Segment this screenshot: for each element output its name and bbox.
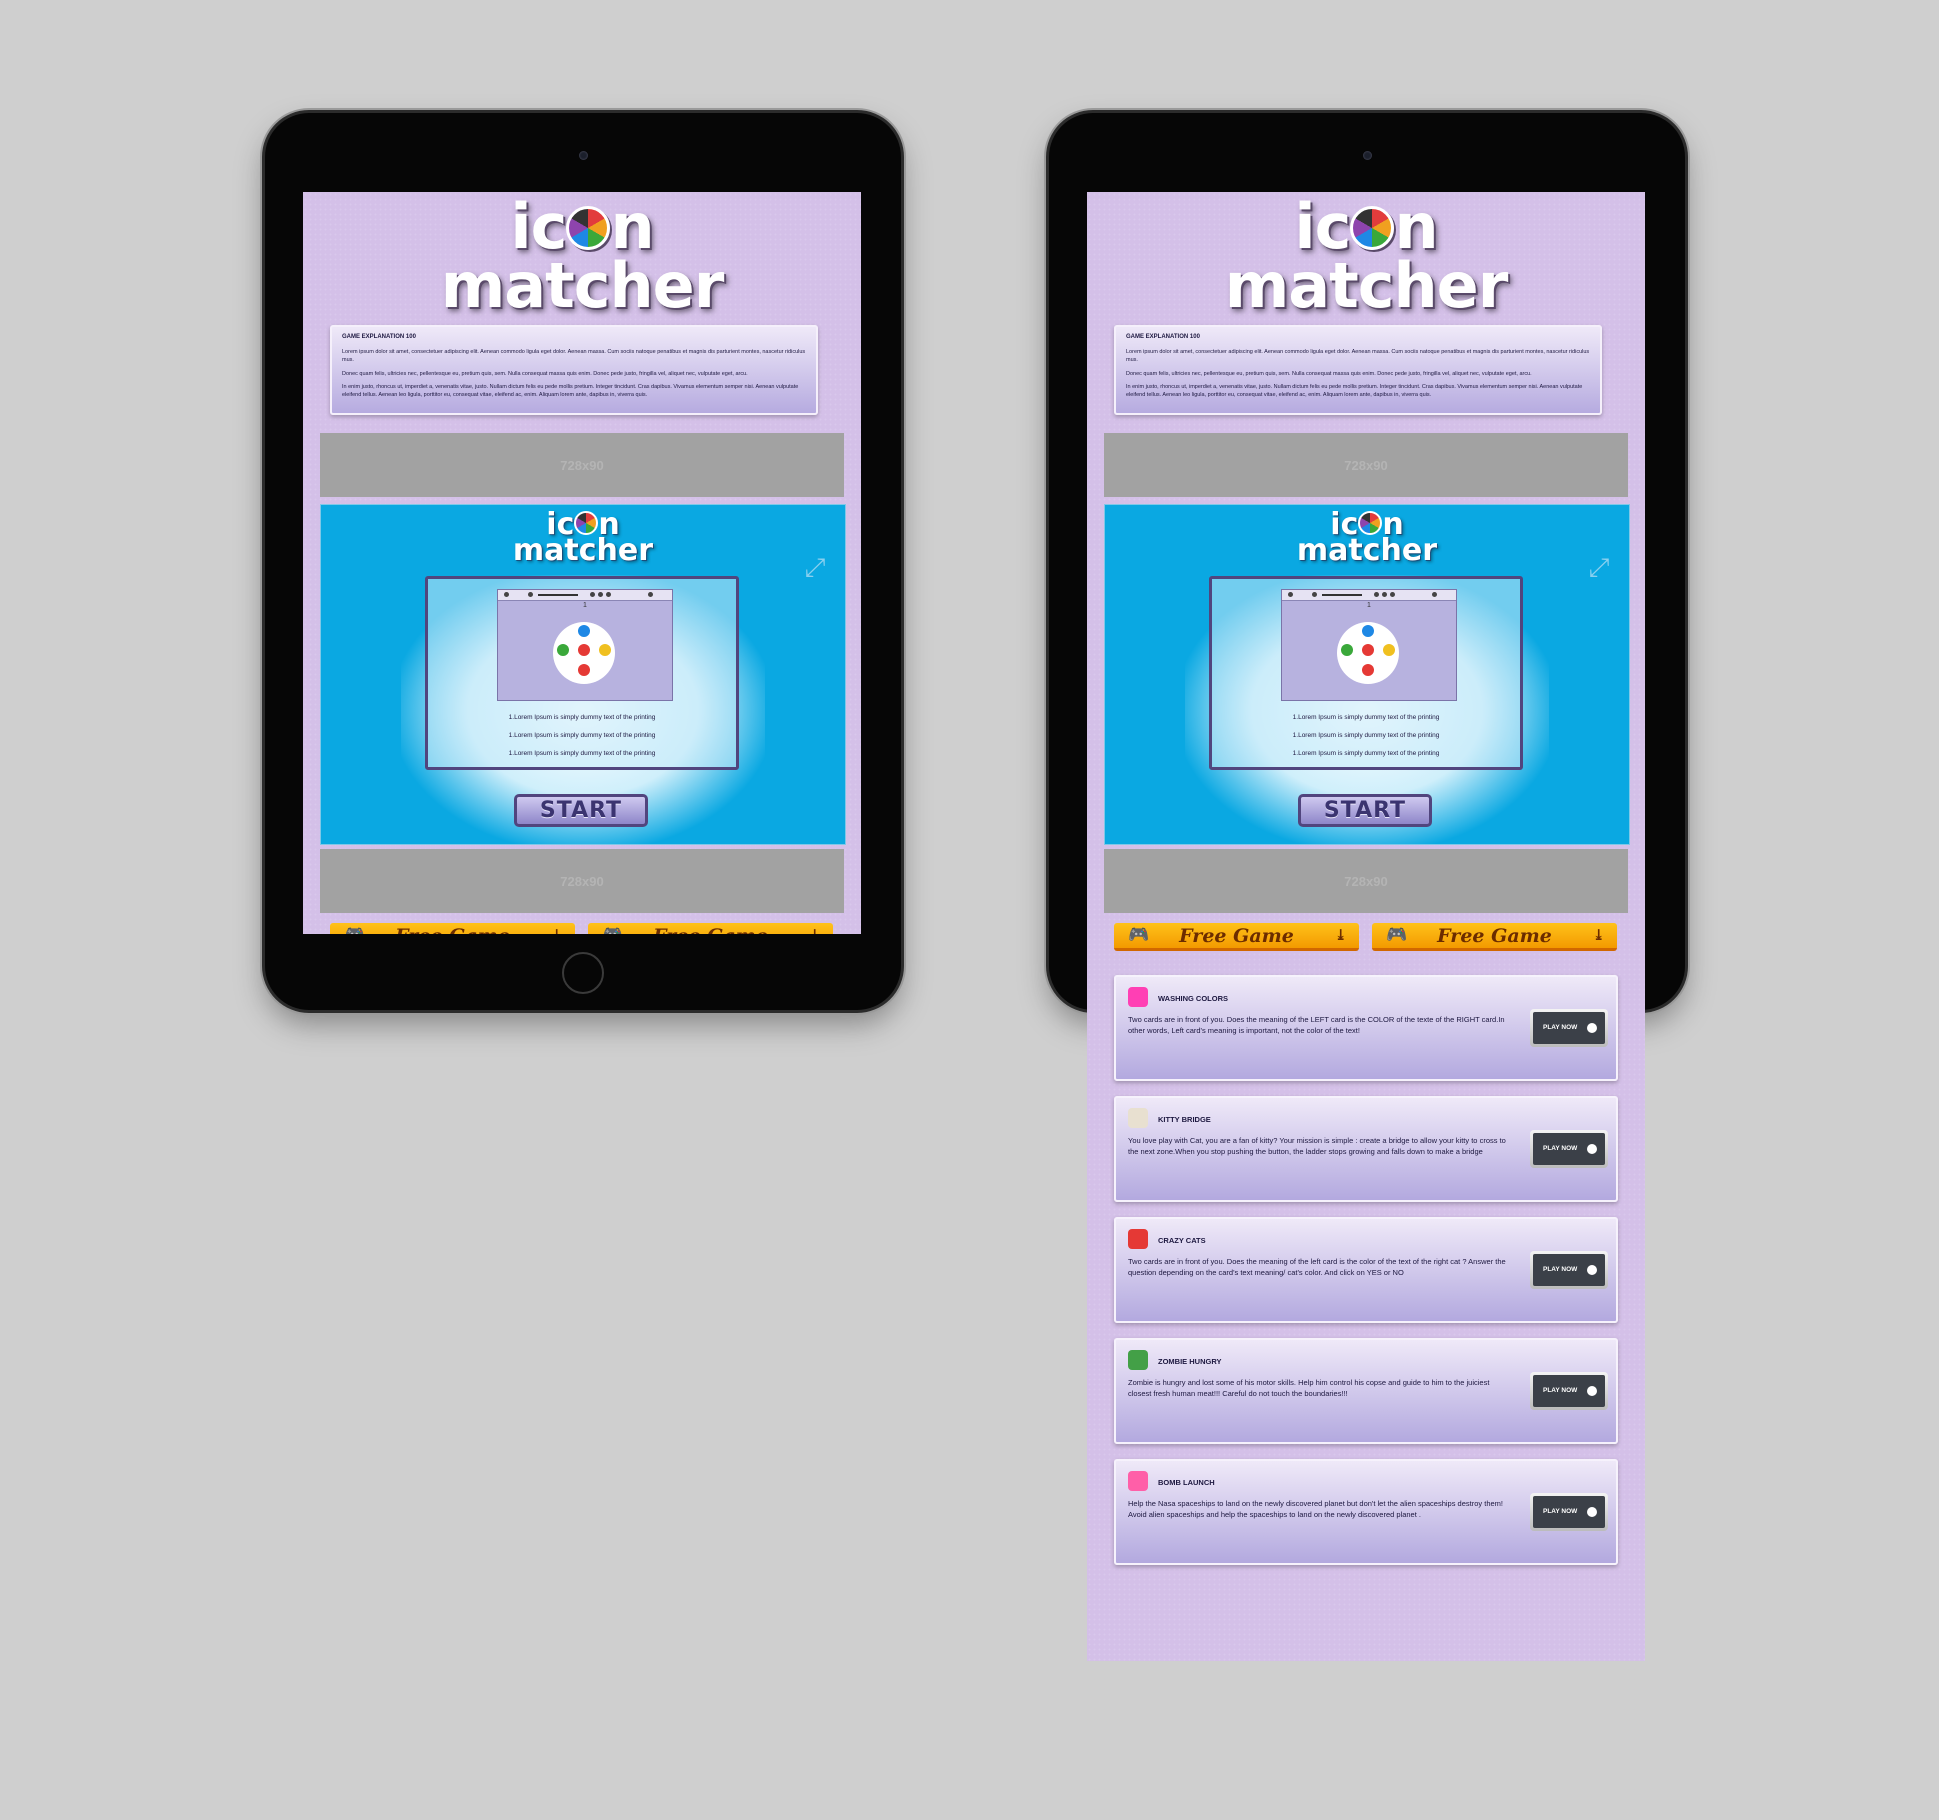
icon-wheel xyxy=(1337,622,1399,684)
fullscreen-icon[interactable]: ⤢ xyxy=(800,552,830,582)
game-explanation: GAME EXPLANATION 100 Lorem ipsum dolor s… xyxy=(1114,325,1602,415)
game-explanation: GAME EXPLANATION 100 Lorem ipsum dolor s… xyxy=(330,325,818,415)
download-icon: ⤓ xyxy=(1334,926,1347,944)
instructions-panel: 1 1.Lorem Ipsum is simply dummy text of … xyxy=(425,576,739,770)
free-game-button[interactable]: 🎮Free Game⤓ xyxy=(1114,923,1359,951)
free-game-button[interactable]: 🎮Free Game⤓ xyxy=(1372,923,1617,951)
washing-colors-icon xyxy=(1128,987,1148,1007)
aperture-icon xyxy=(566,206,611,250)
fullscreen-icon[interactable]: ⤢ xyxy=(1584,552,1614,582)
game-preview: 1 xyxy=(1281,589,1457,701)
game-description: Zombie is hungry and lost some of his mo… xyxy=(1128,1378,1490,1398)
aperture-icon xyxy=(1358,511,1383,535)
zombie-hungry-icon xyxy=(1128,1350,1148,1370)
free-game-row: 🎮Free Game⤓ 🎮Free Game⤓ xyxy=(1114,923,1618,953)
start-button[interactable]: START xyxy=(514,794,648,827)
site-logo: ic n matcher xyxy=(440,192,725,322)
home-button[interactable] xyxy=(562,952,604,994)
game-card: BOMB LAUNCH Help the Nasa spaceships to l… xyxy=(1114,1459,1618,1565)
free-game-row: 🎮Free Game⤓ 🎮Free Game⤓ xyxy=(330,923,834,934)
game-description: Two cards are in front of you. Does the … xyxy=(1128,1257,1506,1277)
game-preview: 1 xyxy=(497,589,673,701)
start-button[interactable]: START xyxy=(1298,794,1432,827)
game-card: ZOMBIE HUNGRY Zombie is hungry and lost s… xyxy=(1114,1338,1618,1444)
game-title: ZOMBIE HUNGRY xyxy=(1158,1357,1222,1366)
kitty-bridge-icon xyxy=(1128,1108,1148,1128)
ad-banner-bottom[interactable]: 728x90 xyxy=(1104,849,1628,913)
bomb-launch-icon xyxy=(1128,1471,1148,1491)
game-title: CRAZY CATS xyxy=(1158,1236,1206,1245)
game-title: KITTY BRIDGE xyxy=(1158,1115,1211,1124)
camera xyxy=(579,151,588,160)
play-now-button[interactable]: PLAY NOW xyxy=(1530,1009,1608,1047)
game-card: CRAZY CATS Two cards are in front of you.… xyxy=(1114,1217,1618,1323)
play-now-button[interactable]: PLAY NOW xyxy=(1530,1130,1608,1168)
game-title: WASHING COLORS xyxy=(1158,994,1229,1003)
crazy-cats-icon xyxy=(1128,1229,1148,1249)
free-game-button[interactable]: 🎮Free Game⤓ xyxy=(330,923,575,934)
site-logo: ic n matcher xyxy=(1224,192,1509,322)
aperture-icon xyxy=(1350,206,1395,250)
play-now-button[interactable]: PLAY NOW xyxy=(1530,1372,1608,1410)
game-description: You love play with Cat, you are a fan of… xyxy=(1128,1136,1506,1156)
game-logo: ic n matcher xyxy=(1296,507,1438,568)
game-logo: ic n matcher xyxy=(512,507,654,568)
camera xyxy=(1363,151,1372,160)
game-frame[interactable]: ic n matcher ⤢ 1 1.Lorem Ipsum is simply… xyxy=(1104,504,1630,845)
game-title: BOMB LAUNCH xyxy=(1158,1478,1215,1487)
game-description: Help the Nasa spaceships to land on the … xyxy=(1128,1499,1503,1519)
play-now-button[interactable]: PLAY NOW xyxy=(1530,1493,1608,1531)
ad-banner-bottom[interactable]: 728x90 xyxy=(320,849,844,913)
ad-banner-top[interactable]: 728x90 xyxy=(1104,433,1628,497)
play-now-button[interactable]: PLAY NOW xyxy=(1530,1251,1608,1289)
ipad-left: ic n matcher GAME EXPLANATION 100 Lorem i… xyxy=(265,113,901,1010)
screen-left: ic n matcher GAME EXPLANATION 100 Lorem i… xyxy=(303,192,861,934)
game-card: KITTY BRIDGE You love play with Cat, you … xyxy=(1114,1096,1618,1202)
free-game-button[interactable]: 🎮Free Game⤓ xyxy=(588,923,833,934)
game-frame[interactable]: ic n matcher ⤢ 1 1.Lorem Ipsum is simply… xyxy=(320,504,846,845)
download-icon: ⤓ xyxy=(808,926,821,934)
game-card: WASHING COLORS Two cards are in front of … xyxy=(1114,975,1618,1081)
screen-right: ic n matcher GAME EXPLANATION 100 Lorem i… xyxy=(1087,192,1645,1661)
aperture-icon xyxy=(574,511,599,535)
icon-wheel xyxy=(553,622,615,684)
download-icon: ⤓ xyxy=(550,926,563,934)
download-icon: ⤓ xyxy=(1592,926,1605,944)
instructions-panel: 1 1.Lorem Ipsum is simply dummy text of … xyxy=(1209,576,1523,770)
game-description: Two cards are in front of you. Does the … xyxy=(1128,1015,1505,1035)
ad-banner-top[interactable]: 728x90 xyxy=(320,433,844,497)
